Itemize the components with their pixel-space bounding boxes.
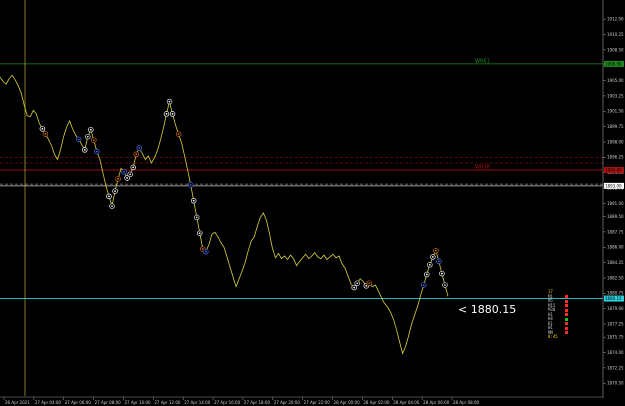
signal-dot-core bbox=[198, 232, 201, 235]
y-tick-label: 1884.25 bbox=[607, 260, 624, 265]
x-tick-label: 27 Apr 22:00 bbox=[304, 400, 331, 405]
panel-signal-square bbox=[565, 326, 568, 330]
x-tick-label: 27 Apr 06:00 bbox=[65, 400, 92, 405]
panel-signal-square bbox=[565, 295, 568, 298]
signal-dot-core bbox=[95, 150, 98, 153]
price-tag-text-3: 1880.15 bbox=[605, 296, 622, 301]
signal-dot-core bbox=[356, 282, 359, 285]
x-tick-label: 26 Apr 2021 bbox=[5, 400, 30, 405]
y-tick-label: 1877.25 bbox=[607, 321, 624, 326]
x-tick-label: 27 Apr 12:00 bbox=[154, 400, 181, 405]
signal-dot-core bbox=[129, 173, 132, 176]
signal-dot-core bbox=[44, 133, 47, 135]
signal-dot-core bbox=[123, 170, 126, 173]
x-tick-label: 27 Apr 18:00 bbox=[244, 400, 271, 405]
y-tick-label: 1898.00 bbox=[607, 139, 624, 144]
y-tick-label: 1870.50 bbox=[607, 381, 624, 386]
y-tick-label: 1879.00 bbox=[607, 306, 624, 311]
x-tick-label: 27 Apr 20:00 bbox=[274, 400, 301, 405]
x-tick-label: 28 Apr 02:00 bbox=[363, 400, 390, 405]
y-tick-label: 1899.75 bbox=[607, 124, 624, 129]
signal-dot-core bbox=[108, 195, 110, 198]
y-tick-label: 1882.50 bbox=[607, 275, 624, 280]
x-tick-label: 27 Apr 16:00 bbox=[214, 400, 241, 405]
panel-signal-square bbox=[565, 322, 568, 325]
chart-background bbox=[0, 0, 625, 406]
y-tick-label: 1905.00 bbox=[607, 78, 624, 83]
panel-signal-square bbox=[565, 299, 568, 303]
panel-countdown: 0:45 bbox=[548, 334, 558, 339]
signal-dot-core bbox=[438, 260, 440, 263]
x-tick-label: 28 Apr 04:00 bbox=[393, 400, 420, 405]
signal-dot-core bbox=[425, 273, 428, 276]
signal-dot-core bbox=[86, 135, 89, 138]
y-tick-label: 1886.00 bbox=[607, 245, 624, 250]
signal-dot-core bbox=[132, 166, 135, 169]
signal-dot-core bbox=[171, 113, 174, 115]
signal-dot-core bbox=[111, 205, 113, 207]
y-tick-label: 1874.00 bbox=[607, 350, 624, 355]
level-label-3: WR38 bbox=[475, 165, 490, 171]
y-tick-label: 1887.75 bbox=[607, 229, 624, 234]
signal-dot-core bbox=[201, 248, 204, 250]
x-tick-label: 28 Apr 06:00 bbox=[423, 400, 450, 405]
y-tick-label: 1889.50 bbox=[607, 214, 624, 219]
signal-dot-core bbox=[353, 286, 356, 289]
signal-dot-core bbox=[368, 282, 371, 285]
price-tag-text-1: 1894.80 bbox=[605, 168, 622, 173]
y-tick-label: 1910.25 bbox=[607, 32, 624, 37]
signal-dot-core bbox=[92, 139, 95, 142]
level-label-0: WR61 bbox=[475, 58, 490, 64]
y-tick-label: 1880.75 bbox=[607, 291, 624, 296]
panel-signal-square bbox=[565, 317, 568, 321]
x-tick-label: 27 Apr 14:00 bbox=[184, 400, 211, 405]
timeframe-signal-panel: 17 M1 M5 M15 M30 H1 H4 D1 W1 MN 0:45 bbox=[548, 289, 568, 340]
signal-dot-core bbox=[365, 284, 368, 287]
signal-dot-core bbox=[89, 128, 92, 131]
panel-signal-square bbox=[565, 313, 568, 316]
y-tick-label: 1872.25 bbox=[607, 365, 624, 370]
panel-signal-square bbox=[565, 308, 568, 312]
x-tick-label: 27 Apr 10:00 bbox=[124, 400, 151, 405]
signal-dot-core bbox=[114, 190, 116, 193]
x-tick-label: 27 Apr 08:00 bbox=[95, 400, 122, 405]
current-price-label: < 1880.15 bbox=[458, 303, 517, 316]
signal-dot-core bbox=[177, 133, 180, 135]
price-tag-text-0: 1906.90 bbox=[605, 61, 622, 66]
price-chart[interactable]: WR61WR38 1912.001910.251908.501906.75190… bbox=[0, 0, 625, 406]
y-tick-label: 1912.00 bbox=[607, 17, 624, 22]
price-tag-text-2: 1893.00 bbox=[605, 183, 622, 188]
x-tick-label: 28 Apr 00:00 bbox=[334, 400, 361, 405]
signal-dot-core bbox=[428, 263, 431, 266]
signal-dot-core bbox=[135, 153, 138, 156]
signal-dot-core bbox=[117, 177, 119, 180]
panel-signal-square bbox=[565, 331, 568, 334]
y-tick-label: 1903.25 bbox=[607, 93, 624, 98]
signal-dot-core bbox=[189, 184, 192, 186]
signal-dot-core bbox=[434, 249, 437, 252]
signal-dot-core bbox=[422, 284, 425, 286]
signal-dot-core bbox=[83, 148, 86, 151]
signal-dot-core bbox=[165, 113, 168, 115]
x-tick-label: 27 Apr 04:00 bbox=[35, 400, 62, 405]
signal-dot-core bbox=[431, 256, 434, 258]
signal-dot-core bbox=[195, 216, 198, 219]
signal-dot-core bbox=[168, 100, 171, 103]
signal-dot-core bbox=[204, 250, 207, 253]
y-tick-label: 1891.00 bbox=[607, 201, 624, 206]
signal-dot-core bbox=[444, 284, 446, 286]
signal-dot-core bbox=[441, 272, 443, 275]
signal-dot-core bbox=[138, 147, 141, 150]
y-tick-label: 1908.50 bbox=[607, 47, 624, 52]
signal-dot-core bbox=[41, 127, 44, 130]
y-tick-label: 1901.50 bbox=[607, 109, 624, 114]
signal-dot-core bbox=[126, 177, 129, 179]
y-tick-label: 1896.25 bbox=[607, 155, 624, 160]
panel-signal-square bbox=[565, 304, 568, 307]
signal-dot-core bbox=[77, 138, 80, 141]
signal-dot-core bbox=[192, 199, 195, 202]
x-tick-label: 28 Apr 08:00 bbox=[453, 400, 480, 405]
y-tick-label: 1875.75 bbox=[607, 335, 624, 340]
